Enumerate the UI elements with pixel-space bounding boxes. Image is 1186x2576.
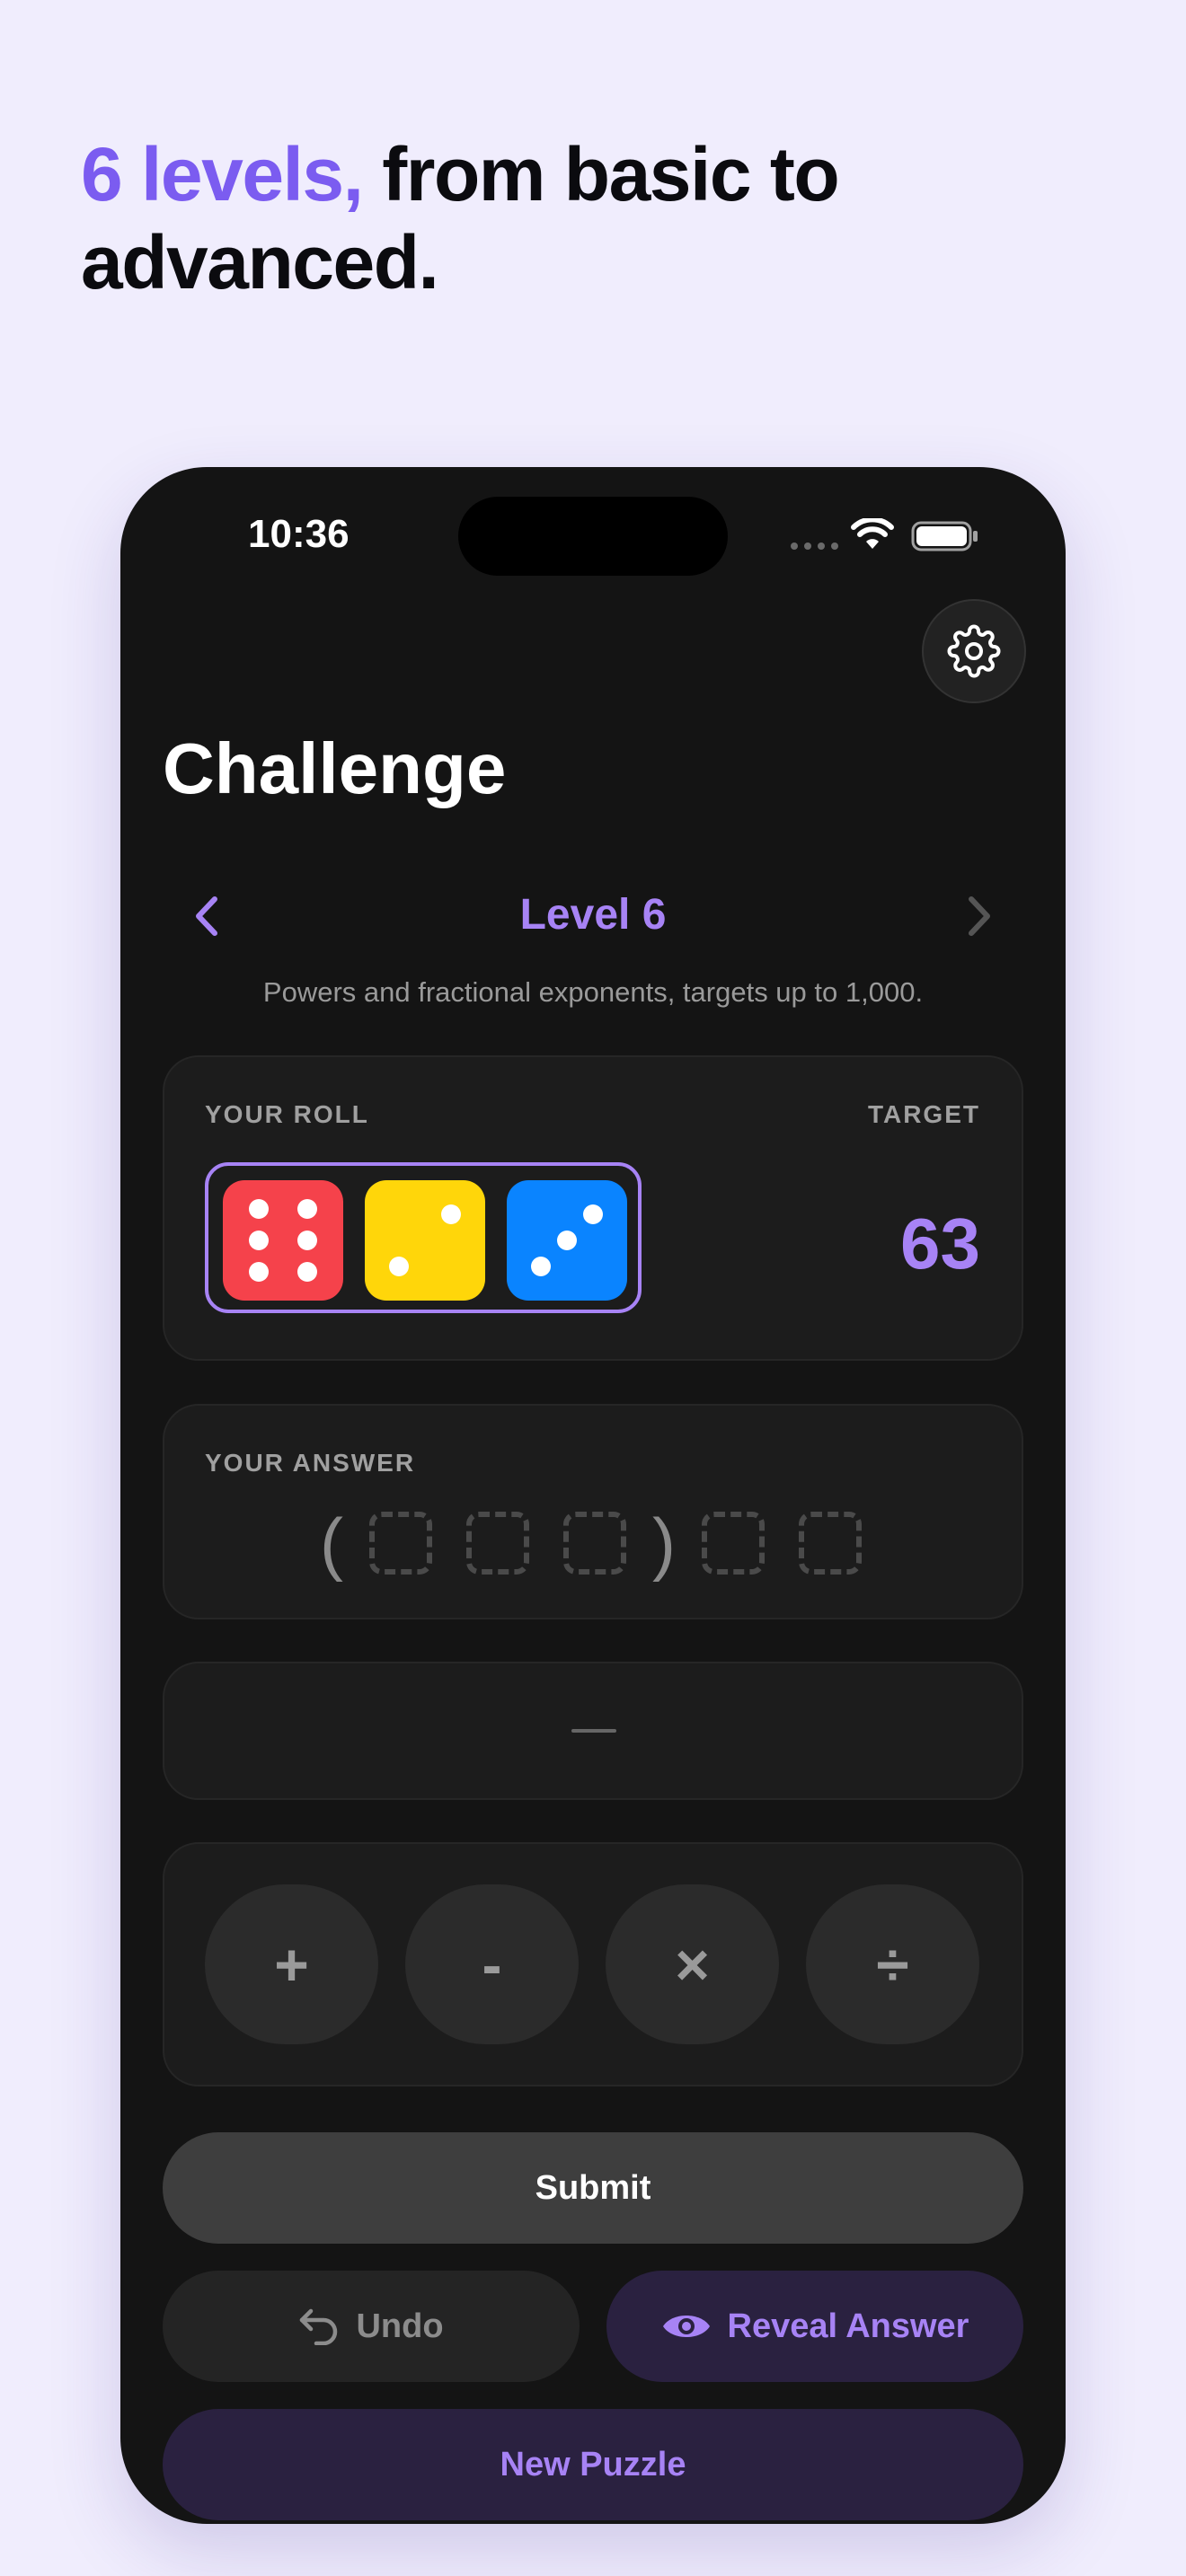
- die-pip: [583, 1204, 604, 1224]
- roll-card: YOUR ROLL TARGET 63: [163, 1055, 1023, 1361]
- eye-icon: [662, 2316, 710, 2337]
- your-answer-label: YOUR ANSWER: [205, 1449, 416, 1477]
- submit-label: Submit: [535, 2168, 651, 2207]
- result-display: [163, 1662, 1023, 1800]
- signal-dots-icon: [791, 543, 838, 550]
- undo-icon: [300, 2308, 338, 2345]
- new-puzzle-button[interactable]: New Puzzle: [163, 2409, 1023, 2520]
- die-pip: [441, 1204, 462, 1224]
- status-time: 10:36: [248, 512, 350, 556]
- divide-button[interactable]: ÷: [806, 1884, 979, 2044]
- new-puzzle-label: New Puzzle: [500, 2445, 686, 2483]
- answer-slots: ( ): [164, 1503, 1025, 1584]
- wifi-icon: [851, 518, 894, 549]
- minus-button[interactable]: -: [405, 1884, 579, 2044]
- dynamic-island: [458, 497, 728, 576]
- your-roll-label: YOUR ROLL: [205, 1100, 369, 1128]
- page-title: Challenge: [163, 728, 507, 808]
- answer-slot[interactable]: [563, 1512, 626, 1575]
- die-pip: [296, 1261, 317, 1282]
- reveal-label: Reveal Answer: [727, 2307, 969, 2345]
- die-pip: [249, 1199, 270, 1220]
- die-two[interactable]: [365, 1180, 485, 1301]
- submit-button[interactable]: Submit: [163, 2132, 1023, 2244]
- undo-label: Undo: [356, 2307, 444, 2345]
- answer-slot[interactable]: [466, 1512, 529, 1575]
- die-pip: [530, 1257, 551, 1277]
- headline: 6 levels, from basic to advanced.: [81, 130, 1114, 306]
- answer-card: YOUR ANSWER ( ): [163, 1404, 1023, 1619]
- level-description: Powers and fractional exponents, targets…: [262, 976, 924, 1008]
- die-pip: [249, 1231, 270, 1250]
- answer-slot[interactable]: [369, 1512, 432, 1575]
- target-label: TARGET: [867, 1100, 980, 1128]
- die-three[interactable]: [507, 1180, 627, 1301]
- result-placeholder: [571, 1729, 616, 1733]
- level-navigator: Level 6: [163, 876, 1023, 957]
- reveal-answer-button[interactable]: Reveal Answer: [606, 2271, 1023, 2382]
- undo-button[interactable]: Undo: [163, 2271, 580, 2382]
- chevron-right-icon[interactable]: [959, 894, 998, 939]
- level-label: Level 6: [519, 891, 667, 939]
- dice-group[interactable]: [205, 1162, 642, 1313]
- plus-button[interactable]: +: [205, 1884, 378, 2044]
- multiply-button[interactable]: ×: [606, 1884, 779, 2044]
- target-value: 63: [900, 1204, 980, 1284]
- battery-icon: [911, 521, 978, 551]
- headline-accent: 6 levels,: [81, 132, 364, 216]
- phone-frame: 10:36 Challenge Level 6 Powers and fract…: [120, 467, 1066, 2524]
- answer-slot[interactable]: [701, 1512, 765, 1575]
- die-pip: [557, 1231, 577, 1250]
- open-paren: (: [320, 1504, 343, 1583]
- die-six[interactable]: [223, 1180, 343, 1301]
- close-paren: ): [652, 1504, 676, 1583]
- answer-slot[interactable]: [798, 1512, 862, 1575]
- die-pip: [296, 1231, 317, 1250]
- die-pip: [249, 1261, 270, 1282]
- die-pip: [296, 1199, 317, 1220]
- gear-icon: [947, 624, 1001, 678]
- die-pip: [388, 1257, 409, 1277]
- settings-button[interactable]: [922, 599, 1026, 703]
- operators-card: + - × ÷: [163, 1842, 1023, 2086]
